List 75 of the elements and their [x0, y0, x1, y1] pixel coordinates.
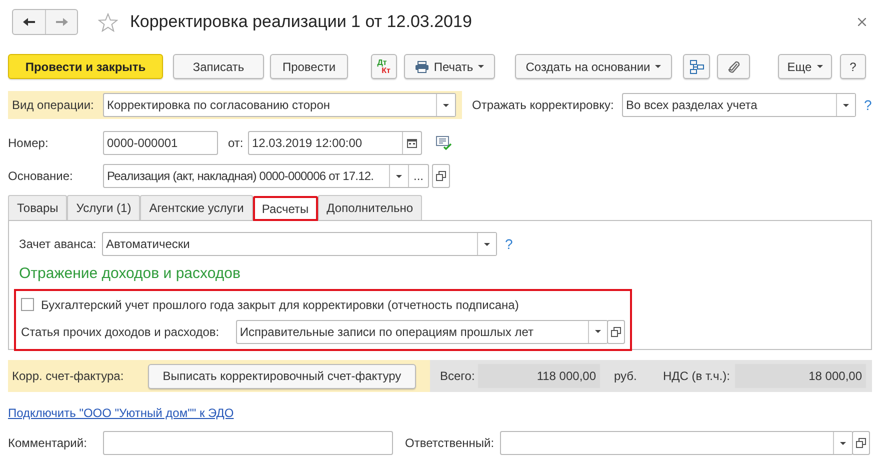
open-button[interactable] [852, 431, 870, 455]
comment-field[interactable] [103, 431, 393, 455]
checkbox[interactable] [21, 298, 34, 311]
windows-icon [856, 438, 866, 448]
attach-button[interactable] [717, 54, 750, 79]
paperclip-icon [728, 60, 740, 74]
dropdown-button[interactable] [436, 94, 455, 116]
edo-link[interactable]: Подключить "ООО "Уютный дом"" к ЭДО [8, 404, 234, 422]
structure-icon [690, 60, 704, 74]
journal-button[interactable]: Дт Кт [371, 54, 397, 79]
dropdown-field[interactable]: Реализация (акт, накладная) 0000-000006 от 17.12. ... [103, 164, 429, 188]
star-icon[interactable] [98, 12, 118, 32]
menu-button[interactable]: Печать [404, 54, 495, 79]
tab[interactable]: Дополнительно [318, 195, 422, 220]
dropdown-button[interactable] [836, 94, 855, 116]
open-button[interactable] [432, 164, 450, 188]
input-field[interactable]: 0000-000001 [103, 131, 218, 155]
left-arrow-icon [22, 17, 36, 27]
field-label: Статья прочих доходов и расходов: [21, 324, 220, 340]
total-field: 118 000,00 [478, 364, 600, 388]
field-label: Основание: [8, 168, 74, 185]
calendar-icon [407, 138, 417, 148]
create-invoice-button[interactable]: Выписать корректировочный счет-фактуру [148, 364, 416, 388]
dropdown-field[interactable]: Автоматически [102, 232, 497, 256]
caret-icon [443, 104, 449, 106]
close-icon[interactable] [858, 18, 866, 26]
structure-button[interactable] [683, 54, 710, 79]
caret-icon [478, 65, 484, 68]
caret-icon [396, 174, 402, 178]
field-label: Всего: [440, 368, 476, 385]
field-label: Вид операции: [11, 97, 95, 114]
tab[interactable]: Услуги (1) [67, 195, 140, 220]
field-label: Комментарий: [8, 435, 88, 452]
caret-icon [840, 442, 846, 444]
caret-icon [484, 242, 490, 246]
dropdown-button[interactable] [477, 233, 496, 255]
menu-button[interactable]: Создать на основании [515, 54, 672, 79]
printer-icon [414, 60, 429, 72]
tab[interactable]: Товары [8, 195, 68, 220]
menu-button[interactable]: Еще [778, 54, 832, 79]
dropdown-field[interactable]: Корректировка по согласованию сторон [103, 93, 456, 117]
open-button[interactable] [607, 320, 625, 344]
post-and-close-button[interactable]: Провести и закрыть [8, 54, 163, 79]
window-title: Корректировка реализации 1 от 12.03.2019 [130, 11, 472, 34]
field-label: Номер: [8, 135, 50, 152]
responsible-field[interactable] [500, 431, 853, 455]
field-label: Ответственный: [405, 435, 496, 452]
windows-icon [436, 171, 446, 181]
tab[interactable]: Расчеты [252, 196, 318, 221]
toolbar-button[interactable]: Записать [173, 54, 264, 79]
right-arrow-icon [54, 17, 68, 27]
caret-icon [816, 65, 823, 68]
help-link[interactable]: ? [864, 94, 872, 116]
caret-icon [595, 330, 602, 333]
field-label: Корр. счет-фактура: [12, 368, 125, 385]
caret-icon [843, 104, 849, 106]
toolbar-button[interactable]: Провести [270, 54, 348, 79]
vat-field: 18 000,00 [735, 364, 866, 388]
help-link[interactable]: ? [505, 234, 513, 254]
windows-icon [611, 326, 622, 336]
caret-icon [655, 65, 662, 68]
section-heading: Отражение доходов и расходов [18, 264, 242, 284]
document-check-icon[interactable] [436, 136, 452, 150]
toolbar-button[interactable]: ? [840, 54, 866, 79]
field-label: руб. [614, 368, 638, 385]
checkbox-label[interactable]: Бухгалтерский учет прошлого года закрыт для корректировки (отчетность подписана) [41, 296, 519, 314]
input-field[interactable]: 12.03.2019 12:00:00 [248, 131, 422, 155]
field-label: Зачет аванса: [19, 236, 98, 253]
field-label: НДС (в т.ч.): [663, 368, 731, 385]
field-label: Отражать корректировку: [472, 97, 615, 114]
field-label: от: [228, 135, 244, 152]
tab[interactable]: Агентские услуги [140, 195, 253, 220]
select-button[interactable]: ... [408, 165, 428, 187]
dropdown-field[interactable]: Во всех разделах учета [622, 93, 856, 117]
dropdown-field[interactable]: Исправительные записи по операциям прошлых лет [236, 320, 608, 344]
